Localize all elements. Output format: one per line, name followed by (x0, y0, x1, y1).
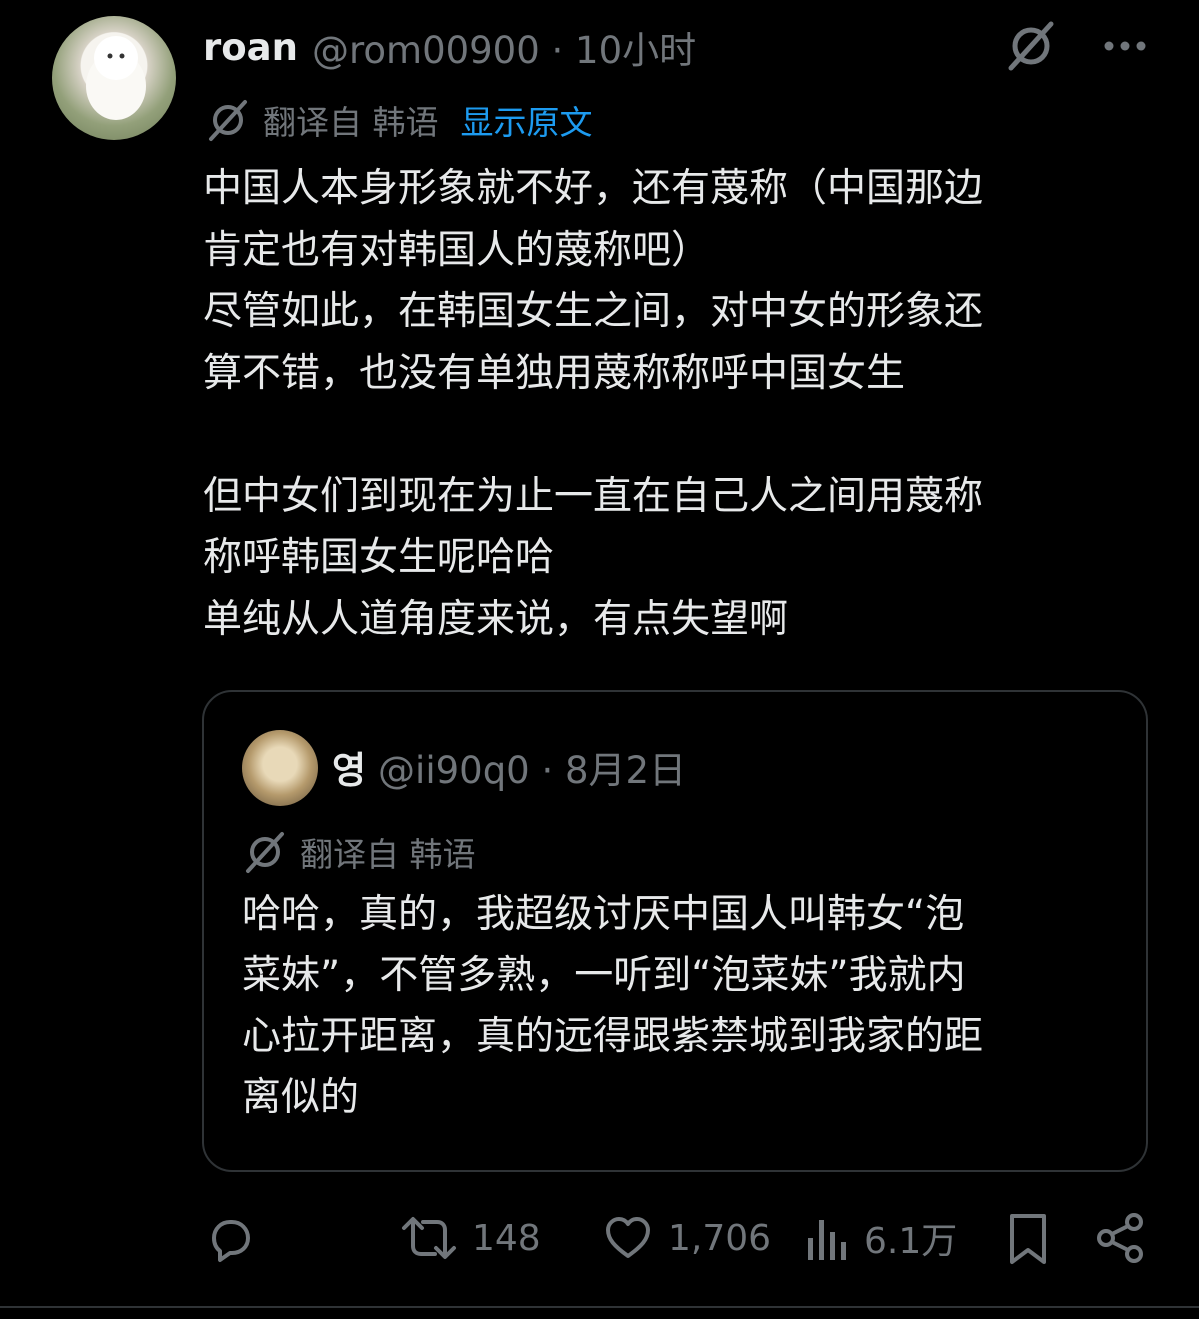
like-count: 1,706 (668, 1217, 772, 1259)
author-name[interactable]: roan (203, 26, 298, 69)
quote-text: 哈哈，真的，我超级讨厌中国人叫韩女“泡 菜妹”，不管多熟，一听到“泡菜妹”我就内… (242, 892, 984, 1120)
grok-icon[interactable] (1003, 18, 1059, 74)
retweet-icon (400, 1212, 458, 1264)
share-button[interactable] (1096, 1212, 1146, 1264)
post-header: roan @rom00900 · 10小时 (203, 20, 696, 74)
translation-row: 翻译自 韩语 显示原文 (205, 96, 593, 144)
bottom-divider (0, 1306, 1199, 1308)
reply-button[interactable] (204, 1212, 256, 1264)
retweet-count: 148 (472, 1217, 541, 1259)
views-icon (806, 1212, 850, 1264)
retweet-button[interactable]: 148 (400, 1212, 541, 1264)
views-count: 6.1万 (864, 1221, 958, 1262)
author-avatar[interactable] (52, 16, 176, 140)
author-handle-time[interactable]: @rom00900 · 10小时 (312, 20, 696, 74)
quote-author-avatar[interactable] (242, 730, 318, 806)
quote-translation-label: 翻译自 韩语 (300, 835, 476, 874)
quote-translation-row: 翻译自 韩语 (242, 828, 476, 876)
translate-icon (242, 829, 288, 875)
translation-label: 翻译自 韩语 (263, 103, 439, 142)
like-button[interactable]: 1,706 (602, 1212, 771, 1264)
like-icon (602, 1212, 654, 1264)
share-icon (1096, 1212, 1146, 1264)
action-bar: 148 1,706 6.1万 (0, 1212, 1199, 1276)
post-text: 中国人本身形象就不好，还有蔑称（中国那边 肯定也有对韩国人的蔑称吧） 尽管如此，… (203, 166, 984, 642)
quote-author-name[interactable]: 영 (332, 740, 366, 794)
translate-icon (205, 97, 251, 143)
quote-author-handle-time[interactable]: @ii90q0 · 8月2日 (378, 740, 686, 794)
quoted-post[interactable]: 영 @ii90q0 · 8月2日 翻译自 韩语 哈哈，真的，我超级讨厌中国人叫韩… (202, 690, 1148, 1172)
reply-icon (204, 1212, 256, 1264)
more-icon[interactable] (1103, 40, 1147, 52)
quote-header: 영 @ii90q0 · 8月2日 (332, 740, 686, 794)
bookmark-icon (1006, 1212, 1050, 1266)
bookmark-button[interactable] (1006, 1212, 1050, 1266)
show-original-link[interactable]: 显示原文 (461, 96, 593, 144)
views-button[interactable]: 6.1万 (806, 1212, 957, 1264)
post-top-icons (1003, 18, 1147, 74)
